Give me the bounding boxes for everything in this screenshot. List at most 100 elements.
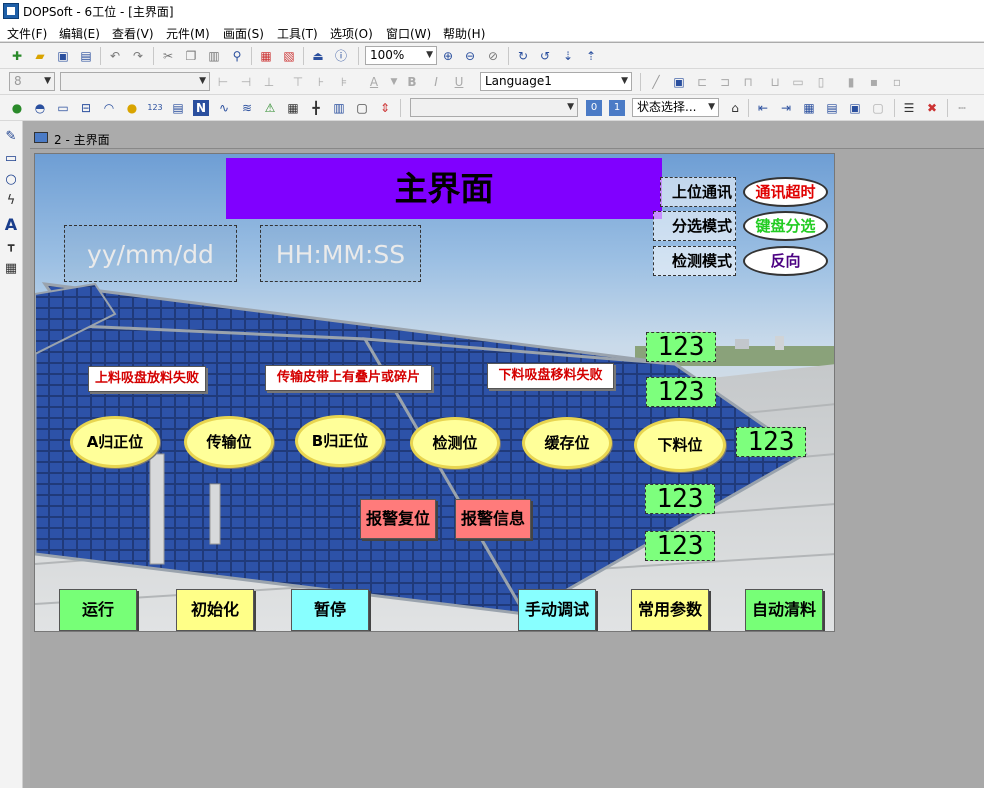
- menu-tools[interactable]: 工具(T): [277, 25, 318, 42]
- state-0-icon[interactable]: 0: [586, 100, 602, 116]
- alarm-info-button[interactable]: 报警信息: [455, 499, 531, 539]
- station-a-home[interactable]: A归正位: [70, 416, 160, 468]
- valign-bottom-icon[interactable]: ⊧: [336, 74, 352, 90]
- state-select[interactable]: 状态选择... ▼: [632, 98, 719, 117]
- save-icon[interactable]: ▣: [55, 48, 71, 64]
- download-icon[interactable]: ⇣: [560, 48, 576, 64]
- history-icon[interactable]: ⇕: [377, 100, 393, 116]
- font-size-select[interactable]: 8 ▼: [9, 72, 55, 91]
- zoom-select[interactable]: 100% ▼: [365, 46, 437, 65]
- distribute-h-icon[interactable]: ⊔: [767, 74, 783, 90]
- screen-property-icon[interactable]: ⌂: [727, 100, 743, 116]
- numeric-display-4[interactable]: 123: [645, 531, 715, 561]
- layers-icon[interactable]: ☰: [901, 100, 917, 116]
- detect-mode-indicator[interactable]: 反向: [743, 246, 828, 276]
- pen-icon[interactable]: ✎: [3, 129, 19, 147]
- line-tool-icon[interactable]: ╱: [648, 74, 664, 90]
- save-all-icon[interactable]: ▤: [78, 48, 94, 64]
- on-switch-icon[interactable]: ●: [9, 100, 25, 116]
- numeric-input-icon[interactable]: 123: [147, 100, 163, 116]
- menu-window[interactable]: 窗口(W): [386, 25, 431, 42]
- station-unload[interactable]: 下料位: [634, 418, 726, 472]
- valign-middle-icon[interactable]: ⊦: [313, 74, 329, 90]
- bar-icon[interactable]: ⊟: [78, 100, 94, 116]
- close-popup-icon[interactable]: ▢: [870, 100, 886, 116]
- menu-screen[interactable]: 画面(S): [223, 25, 264, 42]
- comm-status-indicator[interactable]: 通讯超时: [743, 177, 828, 207]
- common-params-button[interactable]: 常用参数: [631, 589, 709, 631]
- circle-icon[interactable]: ○: [3, 172, 19, 190]
- pause-button[interactable]: 暂停: [291, 589, 369, 631]
- slider-icon[interactable]: ╋: [308, 100, 324, 116]
- unload-numeric-display[interactable]: 123: [736, 427, 806, 457]
- copy-icon[interactable]: ❐: [183, 48, 199, 64]
- alarm-reset-button[interactable]: 报警复位: [360, 499, 436, 539]
- document-tab[interactable]: 2 - 主界面: [34, 130, 154, 148]
- window-list-icon[interactable]: ▤: [824, 100, 840, 116]
- menu-options[interactable]: 选项(O): [330, 25, 373, 42]
- station-transfer[interactable]: 传输位: [184, 416, 274, 468]
- rotate-ccw-icon[interactable]: ↺: [537, 48, 553, 64]
- menu-element[interactable]: 元件(M): [166, 25, 210, 42]
- gauge-icon[interactable]: ◠: [101, 100, 117, 116]
- align-left-icon[interactable]: ⊢: [215, 74, 231, 90]
- align-objects-right-icon[interactable]: ⊓: [740, 74, 756, 90]
- upload-icon[interactable]: ⇡: [583, 48, 599, 64]
- compile-icon[interactable]: ⏏: [310, 48, 326, 64]
- ruler-icon[interactable]: ┉: [954, 100, 970, 116]
- table-tool-icon[interactable]: ▦: [3, 261, 19, 279]
- text-icon[interactable]: N: [193, 100, 209, 116]
- rectangle-icon[interactable]: ▭: [3, 151, 19, 169]
- chart-icon[interactable]: ≋: [239, 100, 255, 116]
- chevron-down-icon[interactable]: ▼: [386, 74, 402, 90]
- sort-mode-indicator[interactable]: 键盘分选: [743, 211, 828, 241]
- align-objects-center-icon[interactable]: ⊐: [717, 74, 733, 90]
- align-right-icon[interactable]: ⊥: [261, 74, 277, 90]
- delete-screen-icon[interactable]: ✖: [924, 100, 940, 116]
- property-icon[interactable]: ▣: [671, 74, 687, 90]
- init-button[interactable]: 初始化: [176, 589, 254, 631]
- next-screen-icon[interactable]: ⇥: [778, 100, 794, 116]
- auto-clean-button[interactable]: 自动清料: [745, 589, 823, 631]
- station-b-home[interactable]: B归正位: [295, 415, 385, 467]
- same-width-icon[interactable]: ▯: [813, 74, 829, 90]
- find-icon[interactable]: ⚲: [229, 48, 245, 64]
- table-icon[interactable]: ▥: [331, 100, 347, 116]
- redo-icon[interactable]: ↷: [130, 48, 146, 64]
- menu-edit[interactable]: 编辑(E): [59, 25, 100, 42]
- station-buffer[interactable]: 缓存位: [522, 417, 612, 469]
- numeric-display-3[interactable]: 123: [645, 484, 715, 514]
- valign-top-icon[interactable]: ⊤: [290, 74, 306, 90]
- language-select[interactable]: Language1 ▼: [480, 72, 632, 91]
- align-objects-left-icon[interactable]: ⊏: [694, 74, 710, 90]
- manual-debug-button[interactable]: 手动调试: [518, 589, 596, 631]
- group-icon[interactable]: ▫: [889, 74, 905, 90]
- state-1-icon[interactable]: 1: [609, 100, 625, 116]
- import-icon[interactable]: ▧: [281, 48, 297, 64]
- prev-screen-icon[interactable]: ⇤: [755, 100, 771, 116]
- font-name-select[interactable]: ▼: [60, 72, 210, 91]
- new-file-icon[interactable]: ✚: [9, 48, 25, 64]
- menu-file[interactable]: 文件(F): [7, 25, 47, 42]
- cut-icon[interactable]: ✂: [160, 48, 176, 64]
- bold-icon[interactable]: B: [404, 74, 420, 90]
- character-display-icon[interactable]: ▤: [170, 100, 186, 116]
- italic-icon[interactable]: I: [428, 74, 444, 90]
- polyline-icon[interactable]: ϟ: [3, 193, 19, 211]
- paste-icon[interactable]: ▥: [206, 48, 222, 64]
- alarm-icon[interactable]: ⚠: [262, 100, 278, 116]
- zoom-in-icon[interactable]: ⊕: [440, 48, 456, 64]
- open-folder-icon[interactable]: ▰: [32, 48, 48, 64]
- rotate-cw-icon[interactable]: ↻: [515, 48, 531, 64]
- text-tool-icon[interactable]: A: [3, 215, 19, 234]
- grid-icon[interactable]: ▦: [801, 100, 817, 116]
- same-size-icon[interactable]: ▪: [866, 74, 882, 90]
- station-inspect[interactable]: 检测位: [410, 417, 500, 469]
- lamp-icon[interactable]: ◓: [32, 100, 48, 116]
- zoom-fit-icon[interactable]: ⊘: [485, 48, 501, 64]
- add-screen-icon[interactable]: ▦: [258, 48, 274, 64]
- undo-icon[interactable]: ↶: [107, 48, 123, 64]
- calendar-icon[interactable]: ▢: [354, 100, 370, 116]
- menu-view[interactable]: 查看(V): [112, 25, 154, 42]
- popup-icon[interactable]: ▣: [847, 100, 863, 116]
